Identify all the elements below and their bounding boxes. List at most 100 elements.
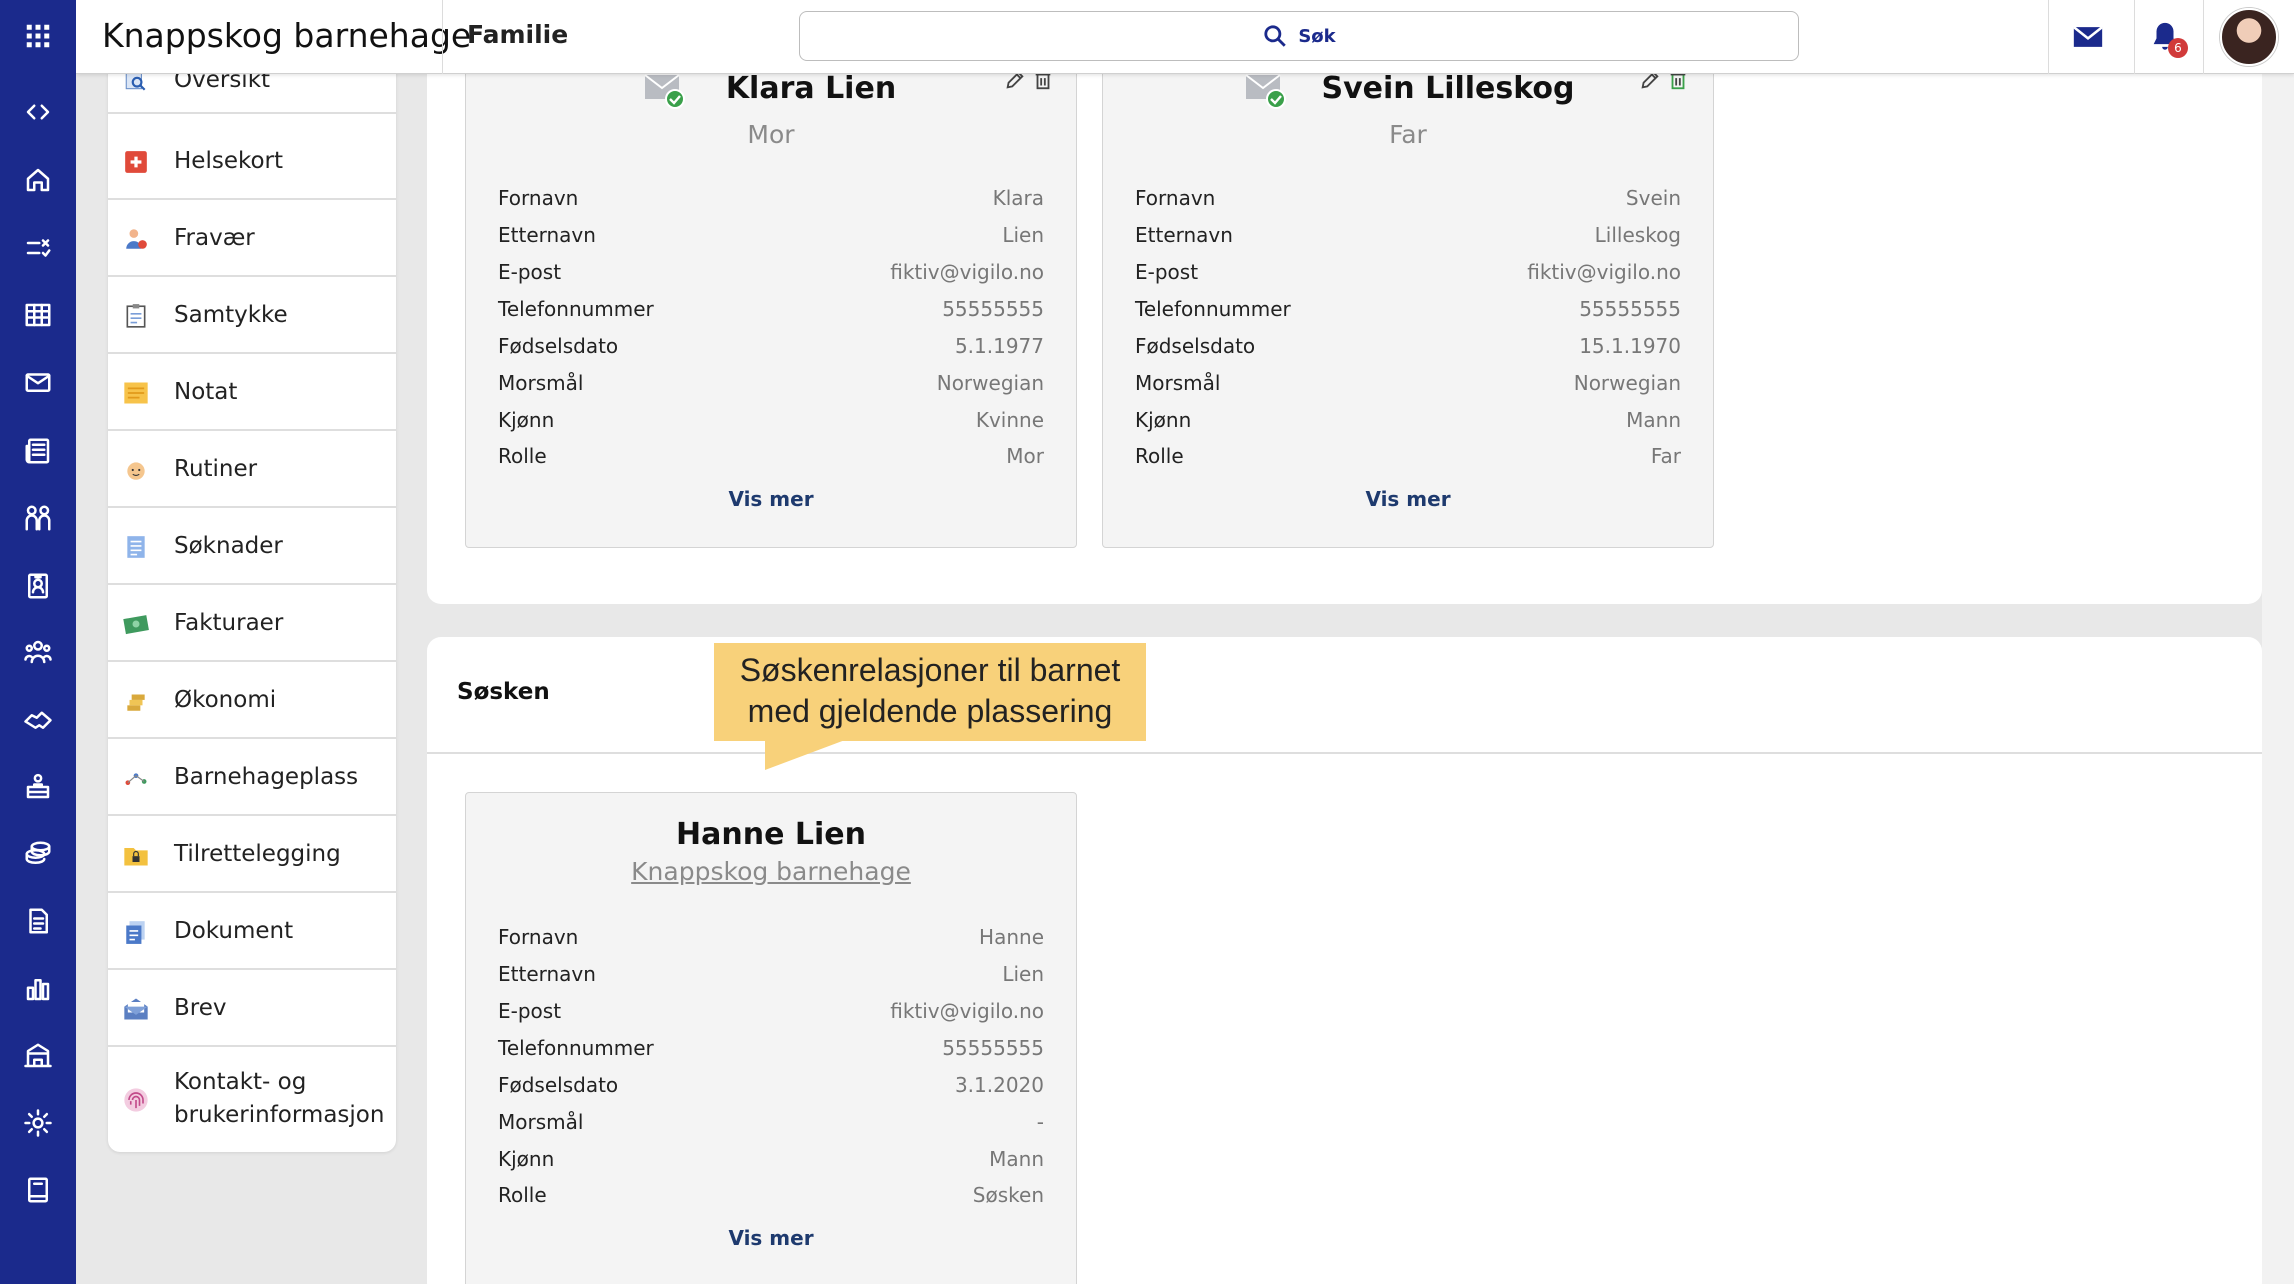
menu-item-soknader[interactable]: Søknader <box>108 509 396 585</box>
messages-icon[interactable] <box>2069 18 2107 56</box>
sibling-name: Hanne Lien <box>676 817 866 852</box>
avatar[interactable] <box>2220 8 2278 66</box>
coins-icon[interactable] <box>19 835 57 873</box>
menu-item-label: brukerinformasjon <box>174 1102 385 1128</box>
icon-rail <box>0 0 76 1284</box>
field-label: Kjønn <box>1135 408 1192 432</box>
field-label: Morsmål <box>498 1110 584 1134</box>
field-value: Svein <box>1625 186 1681 210</box>
menu-item-rutiner[interactable]: Rutiner <box>108 432 396 508</box>
document-icon[interactable] <box>19 902 57 940</box>
mail-icon[interactable] <box>19 363 57 401</box>
chart-icon[interactable] <box>19 970 57 1008</box>
field-row: E-post fiktiv@vigilo.no <box>1135 260 1681 290</box>
field-row: E-post fiktiv@vigilo.no <box>498 260 1044 290</box>
field-value: Lien <box>1002 962 1044 986</box>
field-row: Telefonnummer 55555555 <box>1135 297 1681 327</box>
parent-name: Svein Lilleskog <box>1321 71 1575 106</box>
menu-item-label: Rutiner <box>174 456 258 482</box>
field-row: Kjønn Mann <box>1135 408 1681 438</box>
checklist-icon[interactable] <box>19 229 57 267</box>
folder-lock-icon <box>122 841 150 869</box>
field-label: Fornavn <box>1135 186 1216 210</box>
field-label: Etternavn <box>498 223 596 247</box>
menu-item-samtykke[interactable]: Samtykke <box>108 278 396 354</box>
badge-icon[interactable] <box>19 567 57 605</box>
field-row: Rolle Mor <box>498 444 1044 474</box>
vis-mer-link[interactable]: Vis mer <box>1103 487 1713 511</box>
menu-item-label: Notat <box>174 379 238 405</box>
field-value: Far <box>1650 444 1681 468</box>
field-value: Klara <box>992 186 1044 210</box>
menu-item-tilrettelegging[interactable]: Tilrettelegging <box>108 817 396 893</box>
field-label: E-post <box>498 260 562 284</box>
parent-role: Mor <box>747 120 795 149</box>
callout-tail <box>765 740 845 770</box>
field-label: Fornavn <box>498 186 579 210</box>
field-row: E-post fiktiv@vigilo.no <box>498 999 1044 1029</box>
routine-icon <box>122 456 150 484</box>
header-divider <box>2048 0 2049 74</box>
field-row: Morsmål Norwegian <box>1135 371 1681 401</box>
scrollbar[interactable] <box>2262 74 2294 1284</box>
menu-item-dokument[interactable]: Dokument <box>108 894 396 970</box>
field-label: Fødselsdato <box>498 1073 619 1097</box>
bell-icon[interactable]: 6 <box>2146 18 2188 58</box>
menu-item-label: Barnehageplass <box>174 764 359 790</box>
field-value: Mann <box>1626 408 1681 432</box>
header-divider <box>2203 0 2204 74</box>
gear-icon[interactable] <box>19 1104 57 1142</box>
page-title: Familie <box>467 20 569 49</box>
field-label: Morsmål <box>498 371 584 395</box>
menu-item-brev[interactable]: Brev <box>108 971 396 1047</box>
search-input[interactable]: Søk <box>799 11 1799 61</box>
section-divider <box>427 752 2262 754</box>
field-value: - <box>1036 1110 1044 1134</box>
menu-item-fakturaer[interactable]: Fakturaer <box>108 586 396 662</box>
home-icon[interactable] <box>19 161 57 199</box>
school-icon[interactable] <box>19 1037 57 1075</box>
handshake-icon[interactable] <box>19 700 57 738</box>
note-icon <box>122 379 150 407</box>
people-icon[interactable] <box>19 499 57 537</box>
field-label: Telefonnummer <box>498 297 654 321</box>
menu-item-label: Fravær <box>174 225 255 251</box>
field-label: E-post <box>1135 260 1199 284</box>
field-value: Mor <box>1006 444 1044 468</box>
menu-item-barnehageplass[interactable]: Barnehageplass <box>108 740 396 816</box>
menu-item-label: Helsekort <box>174 148 284 174</box>
field-value: 15.1.1970 <box>1579 334 1681 358</box>
field-value: Lien <box>1002 223 1044 247</box>
group-icon[interactable] <box>19 633 57 671</box>
menu-item-okonomi[interactable]: Økonomi <box>108 663 396 739</box>
news-icon[interactable] <box>19 432 57 470</box>
annotation-callout: Søskenrelasjoner til barnet med gjeldend… <box>714 643 1146 741</box>
sibling-placement-link[interactable]: Knappskog barnehage <box>466 857 1076 886</box>
field-label: Rolle <box>498 1183 547 1207</box>
field-row: Fødselsdato 3.1.2020 <box>498 1073 1044 1103</box>
siblings-panel: Søsken Hanne Lien Knappskog barnehage Fo… <box>427 637 2262 1284</box>
menu-item-fravaer[interactable]: Fravær <box>108 201 396 277</box>
grid-icon[interactable] <box>19 17 57 55</box>
field-value: fiktiv@vigilo.no <box>1527 260 1681 284</box>
menu-item-label: Brev <box>174 995 227 1021</box>
field-label: Telefonnummer <box>1135 297 1291 321</box>
calendar-icon[interactable] <box>19 296 57 334</box>
vis-mer-link[interactable]: Vis mer <box>466 487 1076 511</box>
menu-item-kontaktinfo[interactable]: Kontakt- og brukerinformasjon <box>108 1048 396 1152</box>
vis-mer-link[interactable]: Vis mer <box>466 1226 1076 1250</box>
field-label: Etternavn <box>1135 223 1233 247</box>
child-icon[interactable] <box>19 768 57 806</box>
menu-item-helsekort[interactable]: Helsekort <box>108 124 396 200</box>
callout-line: Søskenrelasjoner til barnet <box>739 652 1121 688</box>
field-label: Fødselsdato <box>1135 334 1256 358</box>
app-title[interactable]: Knappskog barnehage <box>102 16 471 55</box>
field-label: Rolle <box>1135 444 1184 468</box>
field-row: Kjønn Mann <box>498 1147 1044 1177</box>
menu-item-notat[interactable]: Notat <box>108 355 396 431</box>
code-icon[interactable] <box>19 93 57 131</box>
menu-item-label: Økonomi <box>174 687 277 713</box>
book-icon[interactable] <box>19 1171 57 1209</box>
coins-icon <box>122 687 150 715</box>
field-label: Fødselsdato <box>498 334 619 358</box>
